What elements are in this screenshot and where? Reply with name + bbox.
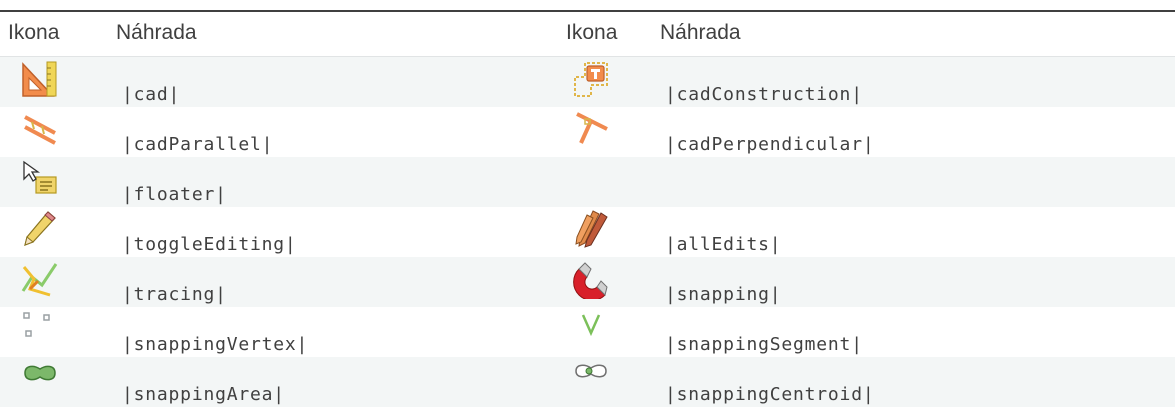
substitution-text: |snapping| [665,284,782,305]
substitution-text: |snappingArea| [122,384,285,405]
substitution-text: |tracing| [122,284,227,305]
substitution-text: |snappingCentroid| [665,384,875,405]
substitution-text: |cadConstruction| [665,84,863,105]
substitution-text: |snappingVertex| [122,334,309,355]
table-header: Ikona Náhrada Ikona Náhrada [0,12,1175,57]
snapping-vertex-icon [20,309,60,349]
snapping-area-icon [20,359,60,399]
header-substitution-column-2: Náhrada [660,21,741,44]
snapping-centroid-icon [571,359,611,399]
table-row: |snappingVertex| |snappingSegment| [0,307,1175,357]
all-edits-icon [571,209,611,249]
header-icon-column: Ikona [8,21,60,44]
table-row: |toggleEditing| |allEdits| [0,207,1175,257]
snapping-icon [571,259,611,299]
toggle-editing-icon [20,209,60,249]
substitution-text: |cadPerpendicular| [665,134,875,155]
cad-construction-icon [571,59,611,99]
snapping-segment-icon [571,309,611,349]
substitution-text: |cadParallel| [122,134,274,155]
substitution-text: |toggleEditing| [122,234,297,255]
table-row: |tracing| |snapping| [0,257,1175,307]
substitution-text: |floater| [122,184,227,205]
table-row: |cad| |cadConstruction| [0,57,1175,107]
floater-icon [20,159,60,199]
cad-icon [20,59,60,99]
substitution-text: |snappingSegment| [665,334,863,355]
cad-parallel-icon [20,109,60,149]
table-row: |cadParallel| |cadPerpendicular| [0,107,1175,157]
substitution-text: |cad| [122,84,181,105]
substitution-text: |allEdits| [665,234,782,255]
tracing-icon [20,259,60,299]
table-row: |snappingArea| |snappingCentroid| [0,357,1175,407]
table-row: |floater| [0,157,1175,207]
header-substitution-column: Náhrada [116,21,197,44]
cad-perpendicular-icon [571,109,611,149]
header-icon-column-2: Ikona [566,21,618,44]
